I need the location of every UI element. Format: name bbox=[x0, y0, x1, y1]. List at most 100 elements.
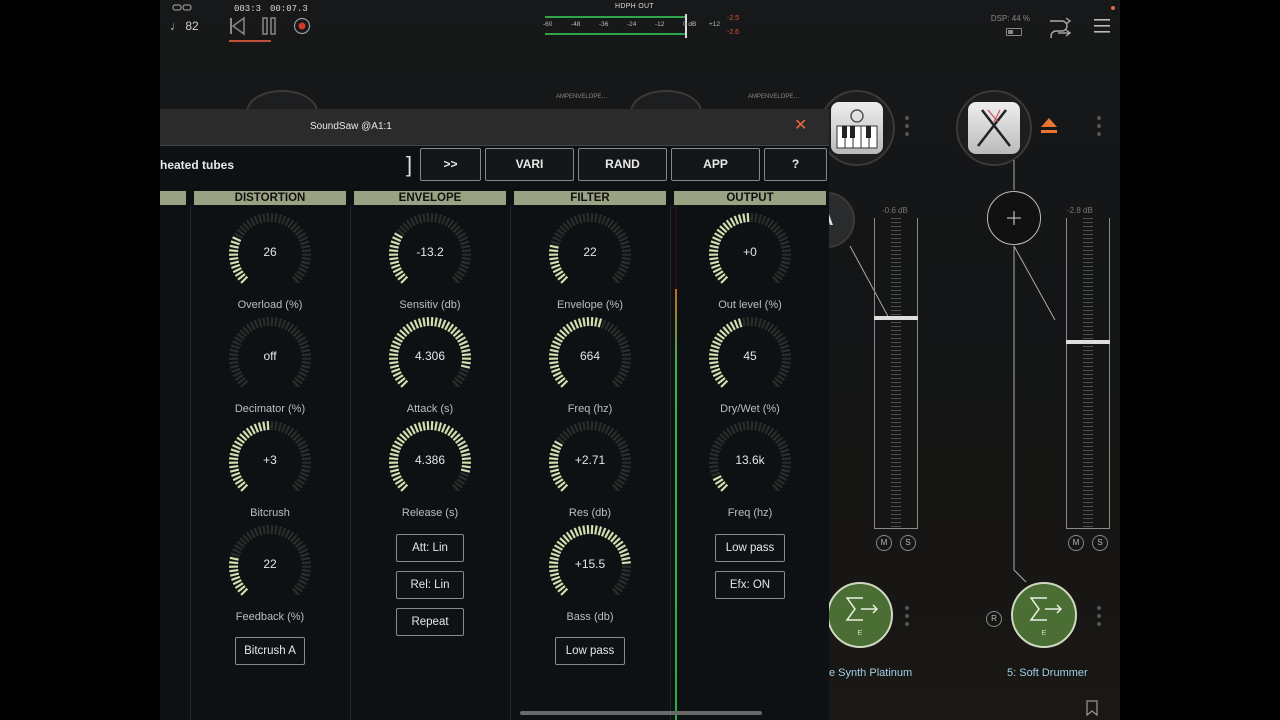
overload-knob[interactable]: 26 Overload (%) bbox=[228, 212, 312, 316]
preset-bracket: ] bbox=[406, 152, 413, 177]
rewind-icon[interactable] bbox=[229, 16, 245, 36]
volume-fader-1[interactable] bbox=[874, 218, 918, 529]
knob-tick bbox=[551, 263, 561, 269]
bitcrush-mode-button[interactable]: Bitcrush A bbox=[235, 637, 305, 665]
knob-tick bbox=[229, 468, 240, 473]
knob-tick bbox=[230, 344, 240, 350]
channel-b-name[interactable]: 5: Soft Drummer bbox=[1007, 667, 1088, 679]
tempo-display[interactable]: ♩ 82 bbox=[170, 19, 199, 33]
knob-tick bbox=[552, 371, 562, 378]
next-preset-button[interactable]: >> bbox=[420, 148, 481, 181]
repeat-button[interactable]: Repeat bbox=[396, 608, 464, 636]
eject-icon[interactable] bbox=[1039, 116, 1059, 136]
preset-name[interactable]: heated tubes bbox=[160, 158, 234, 172]
filter-freq-knob[interactable]: 664 Freq (hz) bbox=[548, 316, 632, 420]
output-filter-mode-button[interactable]: Low pass bbox=[715, 534, 785, 562]
drummer-more-dots[interactable] bbox=[1097, 116, 1101, 140]
out-level-knob[interactable]: +0 Out level (%) bbox=[708, 212, 792, 316]
link-icon[interactable] bbox=[172, 4, 192, 12]
knob-tick bbox=[390, 240, 400, 246]
help-button[interactable]: ? bbox=[764, 148, 827, 181]
playhead-progress bbox=[229, 40, 271, 42]
channel-a-more-dots[interactable] bbox=[905, 606, 909, 630]
horizontal-scroll-indicator[interactable] bbox=[520, 711, 762, 715]
attack-curve-button[interactable]: Att: Lin bbox=[396, 534, 464, 562]
knob-tick bbox=[620, 344, 630, 350]
pause-icon[interactable] bbox=[261, 16, 277, 36]
knob-tick bbox=[230, 552, 240, 558]
mute-button-2[interactable]: M bbox=[1068, 535, 1084, 551]
solo-button-2[interactable]: S bbox=[1092, 535, 1108, 551]
feedback-knob[interactable]: 22 Feedback (%) bbox=[228, 524, 312, 628]
filter-bass-knob[interactable]: +15.5 Bass (db) bbox=[548, 524, 632, 628]
knob-tick bbox=[600, 527, 607, 537]
synth-instrument-button[interactable] bbox=[819, 90, 895, 166]
knob-tick bbox=[434, 421, 438, 431]
knob-tick bbox=[712, 371, 722, 378]
release-curve-button[interactable]: Rel: Lin bbox=[396, 571, 464, 599]
menu-icon[interactable] bbox=[1094, 18, 1112, 34]
knob-tick bbox=[232, 548, 242, 554]
knob-tick bbox=[280, 527, 287, 537]
knob-tick bbox=[549, 572, 560, 577]
knob-tick bbox=[712, 475, 722, 482]
knob-tick bbox=[458, 340, 468, 346]
plugin-window: SoundSaw @A1:1 ✕ heated tubes ] >> VARI … bbox=[160, 109, 829, 720]
knob-tick bbox=[742, 317, 746, 327]
knob-tick bbox=[262, 421, 266, 431]
knob-tick bbox=[778, 236, 788, 242]
solo-button-1[interactable]: S bbox=[900, 535, 916, 551]
routing-icon[interactable] bbox=[1048, 16, 1072, 38]
knob-tick bbox=[231, 263, 241, 269]
knob-tick bbox=[618, 579, 628, 586]
filter-envelope-knob[interactable]: 22 Envelope (%) bbox=[548, 212, 632, 316]
knob-tick bbox=[460, 448, 470, 454]
attack-knob[interactable]: 4.306 Attack (s) bbox=[388, 316, 472, 420]
dry-wet-knob[interactable]: 45 Dry/Wet (%) bbox=[708, 316, 792, 420]
app-button[interactable]: APP bbox=[671, 148, 760, 181]
output-freq-knob[interactable]: 13.6k Freq (hz) bbox=[708, 420, 792, 524]
knob-tick bbox=[392, 236, 402, 242]
knob-tick bbox=[284, 321, 291, 331]
channel-b-sum-button[interactable]: E bbox=[1011, 582, 1077, 648]
knob-tick bbox=[710, 448, 720, 454]
volume-fader-2[interactable] bbox=[1066, 218, 1110, 529]
channel-a-sum-button[interactable]: E bbox=[827, 582, 893, 648]
sensitivity-knob[interactable]: -13.2 Sensitiv (db) bbox=[388, 212, 472, 316]
knob-tick bbox=[778, 371, 788, 378]
mute-button-1[interactable]: M bbox=[876, 535, 892, 551]
channel-b-more-dots[interactable] bbox=[1097, 606, 1101, 630]
knob-tick bbox=[284, 529, 291, 539]
fader-1-handle[interactable] bbox=[874, 316, 918, 320]
close-icon[interactable]: ✕ bbox=[794, 118, 807, 134]
knob-tick bbox=[620, 572, 631, 577]
knob-tick bbox=[778, 340, 788, 346]
bookmark-icon[interactable] bbox=[1086, 700, 1098, 716]
rand-button[interactable]: RAND bbox=[578, 148, 667, 181]
knob-tick bbox=[274, 213, 278, 223]
knob-tick bbox=[778, 475, 788, 482]
record-icon[interactable] bbox=[292, 16, 312, 36]
knob-tick bbox=[618, 475, 628, 482]
knob-tick bbox=[551, 471, 561, 477]
bitcrush-knob[interactable]: +3 Bitcrush bbox=[228, 420, 312, 524]
drummer-instrument-button[interactable] bbox=[956, 90, 1032, 166]
filter-res-knob[interactable]: +2.71 Res (db) bbox=[548, 420, 632, 524]
record-arm-button[interactable]: R bbox=[986, 611, 1002, 627]
decimator-knob[interactable]: off Decimator (%) bbox=[228, 316, 312, 420]
fader-2-handle[interactable] bbox=[1066, 340, 1110, 344]
channel-a-name[interactable]: e Synth Platinum bbox=[829, 667, 912, 679]
efx-toggle-button[interactable]: Efx: ON bbox=[715, 571, 785, 599]
section-head-envelope: ENVELOPE bbox=[354, 191, 506, 205]
synth-more-dots[interactable] bbox=[905, 116, 909, 140]
amp-envelope-label-2: AMPENVELOPE… bbox=[748, 94, 800, 100]
piano-icon bbox=[831, 102, 883, 154]
knob-tick bbox=[710, 240, 720, 246]
meter-bar-left bbox=[545, 16, 685, 18]
knob-tick bbox=[594, 421, 598, 431]
release-knob[interactable]: 4.386 Release (s) bbox=[388, 420, 472, 524]
filter-mode-button[interactable]: Low pass bbox=[555, 637, 625, 665]
vari-button[interactable]: VARI bbox=[485, 148, 574, 181]
knob-tick bbox=[280, 319, 287, 329]
knob-tick bbox=[754, 317, 758, 327]
